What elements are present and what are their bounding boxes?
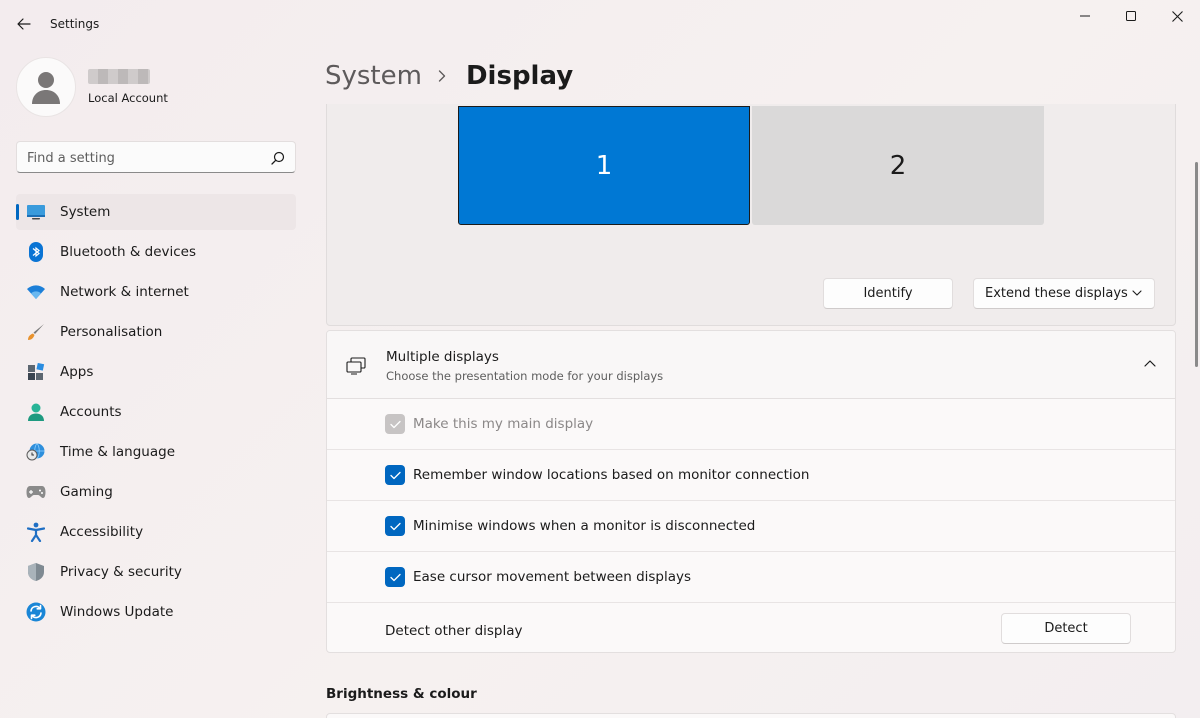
close-icon <box>1171 10 1183 22</box>
sidebar-item-windows-update[interactable]: Windows Update <box>16 594 296 630</box>
brightness-colour-heading: Brightness & colour <box>326 686 477 702</box>
sidebar-item-label: Apps <box>60 364 94 380</box>
sidebar-item-personalisation[interactable]: Personalisation <box>16 314 296 350</box>
avatar <box>16 57 76 117</box>
apps-icon <box>26 363 46 381</box>
shield-icon <box>26 563 46 581</box>
update-icon <box>26 602 46 622</box>
chevron-down-icon <box>1132 290 1142 296</box>
sidebar-item-gaming[interactable]: Gaming <box>16 474 296 510</box>
brightness-card <box>326 713 1176 718</box>
search-box[interactable] <box>16 141 296 173</box>
sidebar-item-label: Privacy & security <box>60 564 182 580</box>
main-content: 1 2 Identify Extend these displays Multi… <box>325 104 1177 718</box>
identify-button-label: Identify <box>863 286 913 301</box>
maximize-button[interactable] <box>1108 0 1154 32</box>
minimize-icon <box>1080 15 1090 17</box>
monitor-number: 2 <box>889 150 907 181</box>
minimise-windows-label: Minimise windows when a monitor is disco… <box>413 518 756 534</box>
page-title: Display <box>465 61 574 91</box>
window-title: Settings <box>50 17 100 31</box>
sidebar-item-label: Gaming <box>60 484 113 500</box>
sidebar-item-label: System <box>60 204 111 220</box>
search-icon[interactable] <box>271 151 285 165</box>
sidebar-item-privacy[interactable]: Privacy & security <box>16 554 296 590</box>
close-button[interactable] <box>1154 0 1200 32</box>
breadcrumb-parent[interactable]: System <box>325 61 422 91</box>
identify-button[interactable]: Identify <box>823 278 953 309</box>
detect-button[interactable]: Detect <box>1001 613 1131 644</box>
main-display-checkbox[interactable] <box>385 414 405 434</box>
globe-clock-icon <box>26 443 46 461</box>
minimize-button[interactable] <box>1062 0 1108 32</box>
detect-other-display-label: Detect other display <box>385 623 523 639</box>
back-button[interactable] <box>12 12 36 36</box>
main-display-label: Make this my main display <box>413 416 594 432</box>
multiple-displays-title: Multiple displays <box>386 349 499 365</box>
sidebar-nav: System Bluetooth & devices Network & int… <box>16 194 296 634</box>
monitor-tile-2[interactable]: 2 <box>752 106 1044 225</box>
person-icon <box>26 403 46 421</box>
checkmark-icon <box>389 522 401 530</box>
minimise-windows-checkbox[interactable] <box>385 516 405 536</box>
ease-cursor-label: Ease cursor movement between displays <box>413 569 692 585</box>
sidebar-item-apps[interactable]: Apps <box>16 354 296 390</box>
multiple-displays-card: Multiple displays Choose the presentatio… <box>326 330 1176 653</box>
search-input[interactable] <box>27 148 257 168</box>
remember-locations-label: Remember window locations based on monit… <box>413 467 810 483</box>
person-placeholder-icon <box>32 72 60 104</box>
sidebar-item-accessibility[interactable]: Accessibility <box>16 514 296 550</box>
sidebar-item-network[interactable]: Network & internet <box>16 274 296 310</box>
checkmark-icon <box>389 471 401 479</box>
sidebar-item-label: Accounts <box>60 404 122 420</box>
blurred-user-name <box>88 69 150 84</box>
display-mode-dropdown[interactable]: Extend these displays <box>973 278 1155 309</box>
breadcrumb: System Display <box>325 58 573 94</box>
maximize-icon <box>1126 11 1136 21</box>
back-arrow-icon <box>17 18 31 30</box>
sidebar-item-label: Windows Update <box>60 604 174 620</box>
checkmark-icon <box>389 573 401 581</box>
detect-button-label: Detect <box>1044 621 1088 636</box>
brush-icon <box>26 323 46 341</box>
sidebar-item-label: Accessibility <box>60 524 144 540</box>
checkmark-icon <box>389 420 401 428</box>
sidebar-item-bluetooth[interactable]: Bluetooth & devices <box>16 234 296 270</box>
multiple-displays-icon <box>346 357 366 375</box>
chevron-up-icon[interactable] <box>1144 360 1156 367</box>
sidebar-item-system[interactable]: System <box>16 194 296 230</box>
monitor-icon <box>26 203 46 221</box>
option-row: Make this my main display <box>327 399 1175 450</box>
detect-row: Detect other display Detect <box>327 603 1175 652</box>
user-profile[interactable]: Local Account <box>16 57 296 117</box>
wifi-icon <box>26 283 46 301</box>
bluetooth-icon <box>26 242 46 262</box>
sidebar-item-time-language[interactable]: Time & language <box>16 434 296 470</box>
sidebar-item-label: Time & language <box>60 444 176 460</box>
multiple-displays-subtitle: Choose the presentation mode for your di… <box>386 369 664 383</box>
ease-cursor-checkbox[interactable] <box>385 567 405 587</box>
accessibility-icon <box>26 522 46 542</box>
sidebar-item-accounts[interactable]: Accounts <box>16 394 296 430</box>
remember-locations-checkbox[interactable] <box>385 465 405 485</box>
sidebar-item-label: Network & internet <box>60 284 189 300</box>
option-row: Ease cursor movement between displays <box>327 552 1175 603</box>
gamepad-icon <box>26 483 46 501</box>
option-row: Minimise windows when a monitor is disco… <box>327 501 1175 552</box>
option-row: Remember window locations based on monit… <box>327 450 1175 501</box>
sidebar-item-label: Bluetooth & devices <box>60 244 197 260</box>
chevron-right-icon <box>438 70 446 82</box>
scrollbar-thumb[interactable] <box>1195 162 1198 367</box>
title-bar: Settings <box>0 0 1200 48</box>
monitor-number: 1 <box>595 150 613 181</box>
sidebar-item-label: Personalisation <box>60 324 163 340</box>
display-mode-value: Extend these displays <box>985 286 1128 301</box>
display-arrangement-card: 1 2 Identify Extend these displays <box>326 104 1176 326</box>
monitor-tile-1[interactable]: 1 <box>458 106 750 225</box>
account-type-label: Local Account <box>88 91 168 105</box>
multiple-displays-header[interactable]: Multiple displays Choose the presentatio… <box>327 331 1175 399</box>
